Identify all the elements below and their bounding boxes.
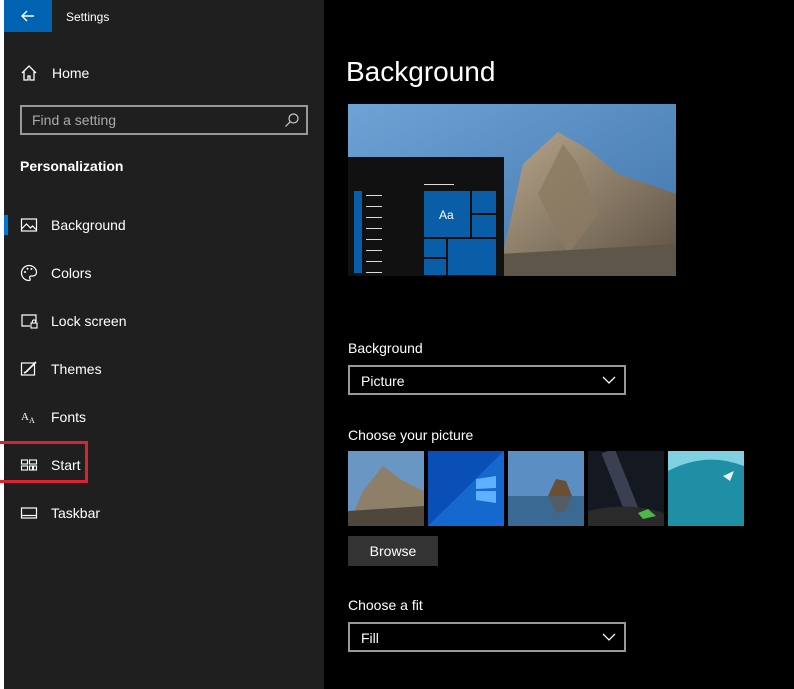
fonts-icon: AA bbox=[21, 411, 35, 425]
tile-small-1 bbox=[472, 191, 496, 213]
svg-text:A: A bbox=[21, 411, 29, 423]
back-button[interactable] bbox=[4, 0, 52, 32]
choose-picture-label: Choose your picture bbox=[348, 427, 474, 443]
search-icon[interactable] bbox=[284, 112, 300, 128]
picture-thumbnail-1[interactable] bbox=[348, 451, 424, 526]
tile-text: Aa bbox=[439, 208, 454, 222]
thumbnail-image bbox=[428, 451, 504, 526]
thumbnail-image bbox=[508, 451, 584, 526]
sidebar-item-taskbar[interactable]: Taskbar bbox=[4, 493, 324, 533]
themes-icon bbox=[20, 361, 37, 376]
search-input[interactable] bbox=[22, 107, 292, 133]
picture-icon bbox=[20, 218, 38, 232]
thumbnail-image bbox=[588, 451, 664, 526]
background-dropdown[interactable]: Picture bbox=[348, 365, 626, 395]
back-arrow-icon bbox=[21, 10, 34, 22]
chevron-down-icon bbox=[602, 376, 616, 384]
chevron-down-icon bbox=[602, 633, 616, 641]
thumbnail-image bbox=[668, 451, 744, 526]
browse-button[interactable]: Browse bbox=[348, 536, 438, 566]
background-label: Background bbox=[348, 340, 423, 356]
taskbar-icon bbox=[20, 507, 38, 519]
sidebar-item-label: Taskbar bbox=[51, 505, 101, 521]
page-title: Background bbox=[346, 56, 496, 87]
tile-row-2 bbox=[448, 239, 496, 275]
tile-row-3 bbox=[424, 259, 446, 275]
sidebar-item-colors[interactable]: Colors bbox=[4, 253, 324, 293]
sidebar-item-label: Colors bbox=[51, 265, 92, 281]
choose-fit-label: Choose a fit bbox=[348, 597, 423, 613]
app-title: Settings bbox=[66, 10, 110, 24]
sidebar-item-label: Themes bbox=[51, 361, 102, 377]
fit-dropdown-value: Fill bbox=[361, 630, 379, 646]
svg-text:A: A bbox=[29, 416, 35, 425]
tile-aa: Aa bbox=[424, 191, 470, 237]
sidebar-item-fonts[interactable]: AA Fonts bbox=[4, 397, 324, 437]
sidebar-item-label: Lock screen bbox=[51, 313, 127, 329]
picture-thumbnail-3[interactable] bbox=[508, 451, 584, 526]
section-title: Personalization bbox=[20, 158, 124, 174]
fit-dropdown[interactable]: Fill bbox=[348, 622, 626, 652]
thumbnail-image bbox=[348, 451, 424, 526]
tile-small-2 bbox=[472, 215, 496, 237]
picture-thumbnail-5[interactable] bbox=[668, 451, 744, 526]
palette-icon bbox=[20, 264, 38, 282]
title-bar: Settings bbox=[4, 0, 324, 34]
tile-row-1 bbox=[424, 239, 446, 257]
sidebar-item-label: Fonts bbox=[51, 409, 87, 425]
lock-screen-icon bbox=[21, 314, 38, 329]
sidebar-item-themes[interactable]: Themes bbox=[4, 349, 324, 389]
home-label: Home bbox=[52, 65, 90, 81]
main-panel: Background Aa Background Picture Choose … bbox=[324, 0, 794, 689]
highlight-box bbox=[0, 441, 88, 483]
desktop-preview: Aa bbox=[348, 104, 676, 276]
search-box bbox=[20, 105, 308, 135]
sidebar: Settings Home Personalization Background… bbox=[4, 0, 324, 689]
sidebar-item-label: Background bbox=[51, 217, 126, 233]
picture-thumbnail-2[interactable] bbox=[428, 451, 504, 526]
start-menu-preview: Aa bbox=[348, 157, 504, 276]
sidebar-item-background[interactable]: Background bbox=[4, 205, 324, 245]
tile-line bbox=[424, 184, 454, 185]
home-icon bbox=[21, 65, 37, 81]
home-nav[interactable]: Home bbox=[4, 56, 324, 90]
start-list-preview bbox=[354, 191, 362, 273]
sidebar-item-lock-screen[interactable]: Lock screen bbox=[4, 301, 324, 341]
picture-thumbnail-4[interactable] bbox=[588, 451, 664, 526]
background-dropdown-value: Picture bbox=[361, 373, 405, 389]
start-list-lines bbox=[366, 185, 382, 275]
